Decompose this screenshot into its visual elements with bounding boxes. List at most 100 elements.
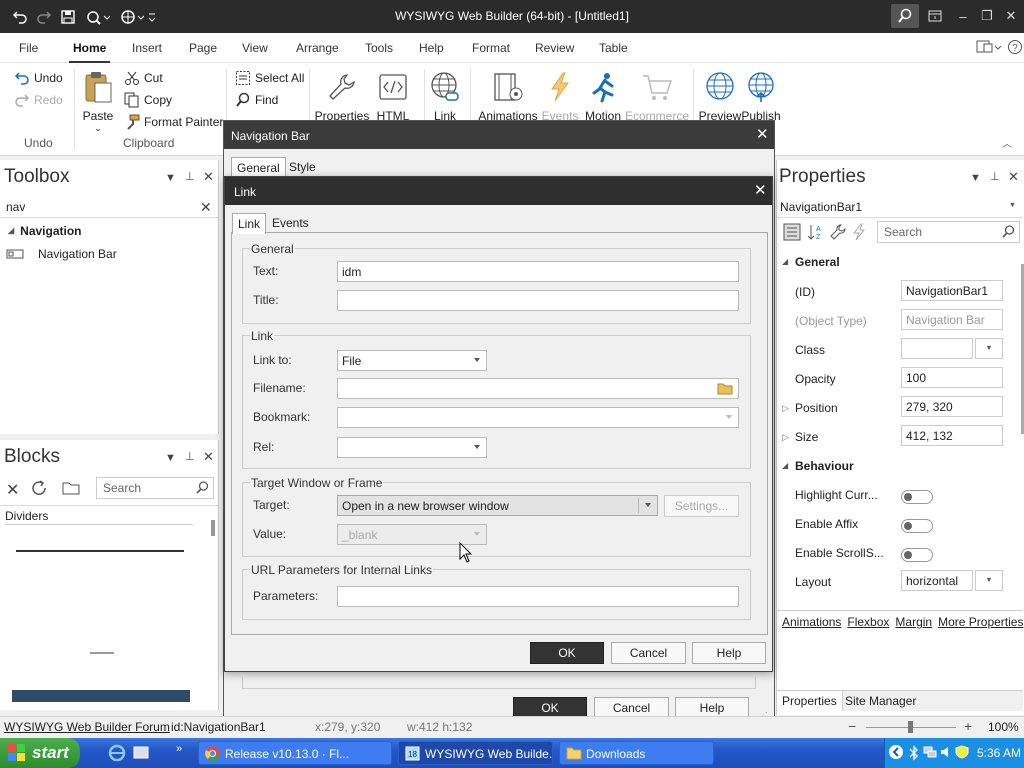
tab-arrange[interactable]: Arrange	[296, 41, 339, 55]
search-icon[interactable]	[891, 4, 919, 28]
prop-layout-value[interactable]: horizontal	[901, 570, 973, 591]
link-button[interactable]: Link	[415, 69, 475, 123]
undo-button[interactable]: Undo	[14, 70, 63, 86]
divider-preview-text[interactable]	[90, 652, 114, 654]
forum-link[interactable]: WYSIWYG Web Builder Forum	[4, 720, 170, 734]
zoom-in-icon[interactable]: +	[964, 718, 972, 734]
back-arrow-icon[interactable]	[888, 744, 904, 760]
tab-style[interactable]: Style	[289, 160, 316, 174]
wrench-icon[interactable]	[829, 223, 847, 241]
network-icon[interactable]	[923, 745, 937, 759]
start-button[interactable]: start	[0, 738, 80, 768]
zoom-slider-thumb[interactable]	[908, 721, 913, 733]
ie-icon[interactable]	[108, 744, 126, 762]
prop-opacity-input[interactable]: 100	[901, 367, 1003, 388]
tab-events[interactable]: Events	[272, 216, 309, 230]
zoom-out-icon[interactable]: −	[848, 718, 856, 734]
show-desktop-icon[interactable]	[132, 744, 150, 762]
enable-affix-toggle[interactable]	[901, 519, 933, 533]
clear-search-icon[interactable]: ✕	[200, 199, 212, 216]
shield-icon[interactable]	[955, 745, 969, 759]
close-icon[interactable]: ✕	[754, 181, 767, 199]
tab-file[interactable]: File	[19, 41, 38, 55]
link-cancel-button[interactable]: Cancel	[611, 642, 686, 664]
link-to-select[interactable]: File	[337, 350, 487, 371]
copy-button[interactable]: Copy	[124, 92, 172, 108]
dropdown-icon[interactable]: ▼	[165, 452, 176, 464]
toolbox-category[interactable]: ◢ Navigation	[8, 224, 82, 238]
rel-select[interactable]	[337, 437, 487, 458]
pin-icon[interactable]: ⊥	[185, 170, 195, 183]
folder-icon[interactable]	[717, 382, 733, 395]
lightning-icon[interactable]	[851, 223, 867, 241]
refresh-icon[interactable]	[30, 479, 48, 497]
categorized-icon[interactable]	[783, 223, 801, 241]
link-help-button[interactable]: Help	[692, 642, 766, 664]
dropdown-icon[interactable]: ▼	[970, 172, 981, 184]
html-button[interactable]: HTML	[363, 69, 423, 123]
title-input[interactable]	[337, 290, 739, 311]
delete-icon[interactable]: ✕	[6, 480, 19, 500]
task-release-browser[interactable]: Release v10.13.0 · Fl...	[198, 741, 392, 765]
scrollbar-thumb[interactable]	[211, 520, 215, 536]
close-icon[interactable]: ✕	[1008, 169, 1019, 185]
chevron-right-icon[interactable]: »	[176, 743, 182, 755]
tab-link[interactable]: Link	[232, 213, 267, 234]
format-painter-button[interactable]: Format Painter	[124, 114, 223, 130]
publish-button[interactable]: Publish	[731, 69, 791, 123]
minimize-button[interactable]: –	[950, 4, 976, 28]
toolbox-search[interactable]: nav ✕	[0, 196, 218, 218]
properties-search-input[interactable]: Search	[877, 221, 1020, 243]
tab-help[interactable]: Help	[419, 41, 444, 55]
sort-az-icon[interactable]: AZ	[806, 223, 824, 241]
tab-view[interactable]: View	[242, 41, 268, 55]
link-ok-button[interactable]: OK	[530, 642, 604, 664]
task-web-builder[interactable]: 18 WYSIWYG Web Builde...	[398, 741, 553, 765]
toolbox-item-navigation-bar[interactable]: Navigation Bar	[6, 247, 117, 261]
tab-format[interactable]: Format	[472, 41, 510, 55]
chevron-down-icon[interactable]: ▼	[975, 338, 1003, 359]
paste-button[interactable]: Paste ⌄	[70, 69, 126, 134]
volume-icon[interactable]	[939, 745, 953, 759]
expand-icon[interactable]: ◢	[782, 461, 788, 470]
target-select[interactable]: Open in a new browser window	[337, 495, 658, 516]
cut-button[interactable]: Cut	[124, 70, 163, 86]
restore-button[interactable]: ❐	[974, 4, 1000, 28]
parameters-input[interactable]	[337, 586, 739, 607]
help-icon[interactable]: ?	[1008, 38, 1022, 56]
prop-position-input[interactable]: 279, 320	[901, 396, 1003, 417]
animations-button[interactable]: Animations	[478, 69, 538, 123]
ecommerce-button[interactable]: Ecommerce	[624, 69, 690, 123]
layout-options-icon[interactable]	[976, 39, 1002, 55]
folder-icon[interactable]	[62, 480, 80, 496]
prop-class-input[interactable]	[901, 338, 973, 359]
bookmark-select[interactable]	[337, 407, 739, 428]
task-downloads[interactable]: Downloads	[559, 741, 714, 765]
ribbon-display-icon[interactable]	[922, 4, 948, 28]
close-icon[interactable]: ✕	[203, 449, 214, 465]
tab-site-manager[interactable]: Site Manager	[845, 694, 916, 708]
tab-home[interactable]: Home	[68, 41, 111, 63]
link-margin[interactable]: Margin	[895, 615, 932, 629]
tab-tools[interactable]: Tools	[365, 41, 393, 55]
expand-icon[interactable]: ▷	[782, 403, 789, 414]
prop-id-input[interactable]: NavigationBar1	[901, 280, 1003, 301]
toolbox-search-input[interactable]: nav	[6, 200, 25, 214]
divider-preview-bar[interactable]	[12, 690, 190, 702]
object-selector[interactable]: NavigationBar1 ▼	[777, 196, 1023, 218]
tab-review[interactable]: Review	[535, 41, 574, 55]
expand-icon[interactable]: ▷	[782, 432, 789, 443]
tab-general[interactable]: General	[231, 157, 286, 178]
link-flexbox[interactable]: Flexbox	[847, 615, 889, 629]
link-animations[interactable]: Animations	[782, 615, 841, 629]
tab-insert[interactable]: Insert	[132, 41, 162, 55]
tab-table[interactable]: Table	[599, 41, 628, 55]
dropdown-icon[interactable]: ▼	[165, 172, 176, 184]
highlight-current-toggle[interactable]	[901, 490, 933, 504]
select-all-button[interactable]: Select All	[235, 70, 304, 86]
pin-icon[interactable]: ⊥	[990, 170, 1000, 183]
blocks-search-input[interactable]: Search	[96, 477, 214, 499]
divider-preview-line[interactable]	[16, 550, 184, 552]
collapse-ribbon-icon[interactable]: ︿	[1002, 135, 1012, 150]
chevron-down-icon[interactable]: ▼	[975, 570, 1003, 591]
